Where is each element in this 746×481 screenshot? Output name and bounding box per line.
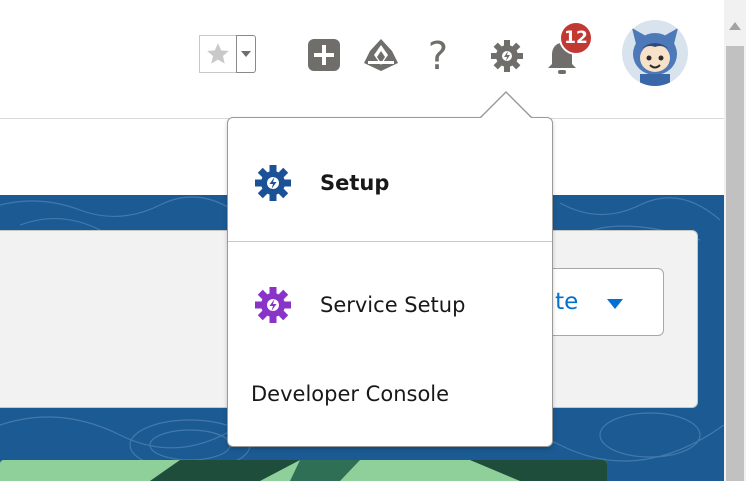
global-header: ? 12 [0, 0, 724, 119]
favorites-star-button[interactable] [199, 35, 236, 73]
star-icon [207, 43, 229, 64]
trailhead-icon [364, 39, 398, 71]
help-icon: ? [427, 34, 449, 78]
help-button[interactable]: ? [420, 36, 456, 76]
page-illustration-card [0, 460, 607, 481]
avatar-astro-icon [622, 20, 688, 86]
chevron-down-icon [607, 299, 623, 309]
scroll-thumb[interactable] [726, 46, 744, 481]
setup-menu-dropdown: Setup Service Setup Developer Console [227, 117, 553, 447]
menu-item-label: Service Setup [320, 293, 466, 317]
service-setup-gear-icon [255, 287, 291, 323]
setup-gear-button[interactable] [488, 37, 526, 75]
setup-gear-icon [255, 165, 291, 201]
chevron-down-icon [241, 51, 251, 57]
notification-count-badge: 12 [559, 21, 593, 55]
menu-item-label: Setup [320, 171, 390, 195]
global-actions-button[interactable] [307, 38, 341, 72]
menu-item-developer-console[interactable]: Developer Console [228, 378, 552, 412]
menu-item-service-setup[interactable]: Service Setup [228, 278, 552, 334]
favorites-group [199, 35, 256, 73]
menu-divider [228, 241, 552, 242]
add-icon [308, 39, 340, 71]
menu-item-setup[interactable]: Setup [228, 156, 552, 212]
dropdown-nubbin-fill [481, 93, 531, 118]
page-scrollbar[interactable] [724, 0, 746, 481]
favorites-menu-button[interactable] [236, 35, 256, 73]
trailhead-button[interactable] [362, 37, 400, 73]
setup-gear-icon [491, 40, 523, 72]
user-profile-button[interactable] [622, 20, 688, 86]
menu-item-label: Developer Console [251, 382, 450, 406]
scroll-up-arrow-icon[interactable] [729, 22, 741, 30]
illustration-icon [0, 460, 607, 481]
